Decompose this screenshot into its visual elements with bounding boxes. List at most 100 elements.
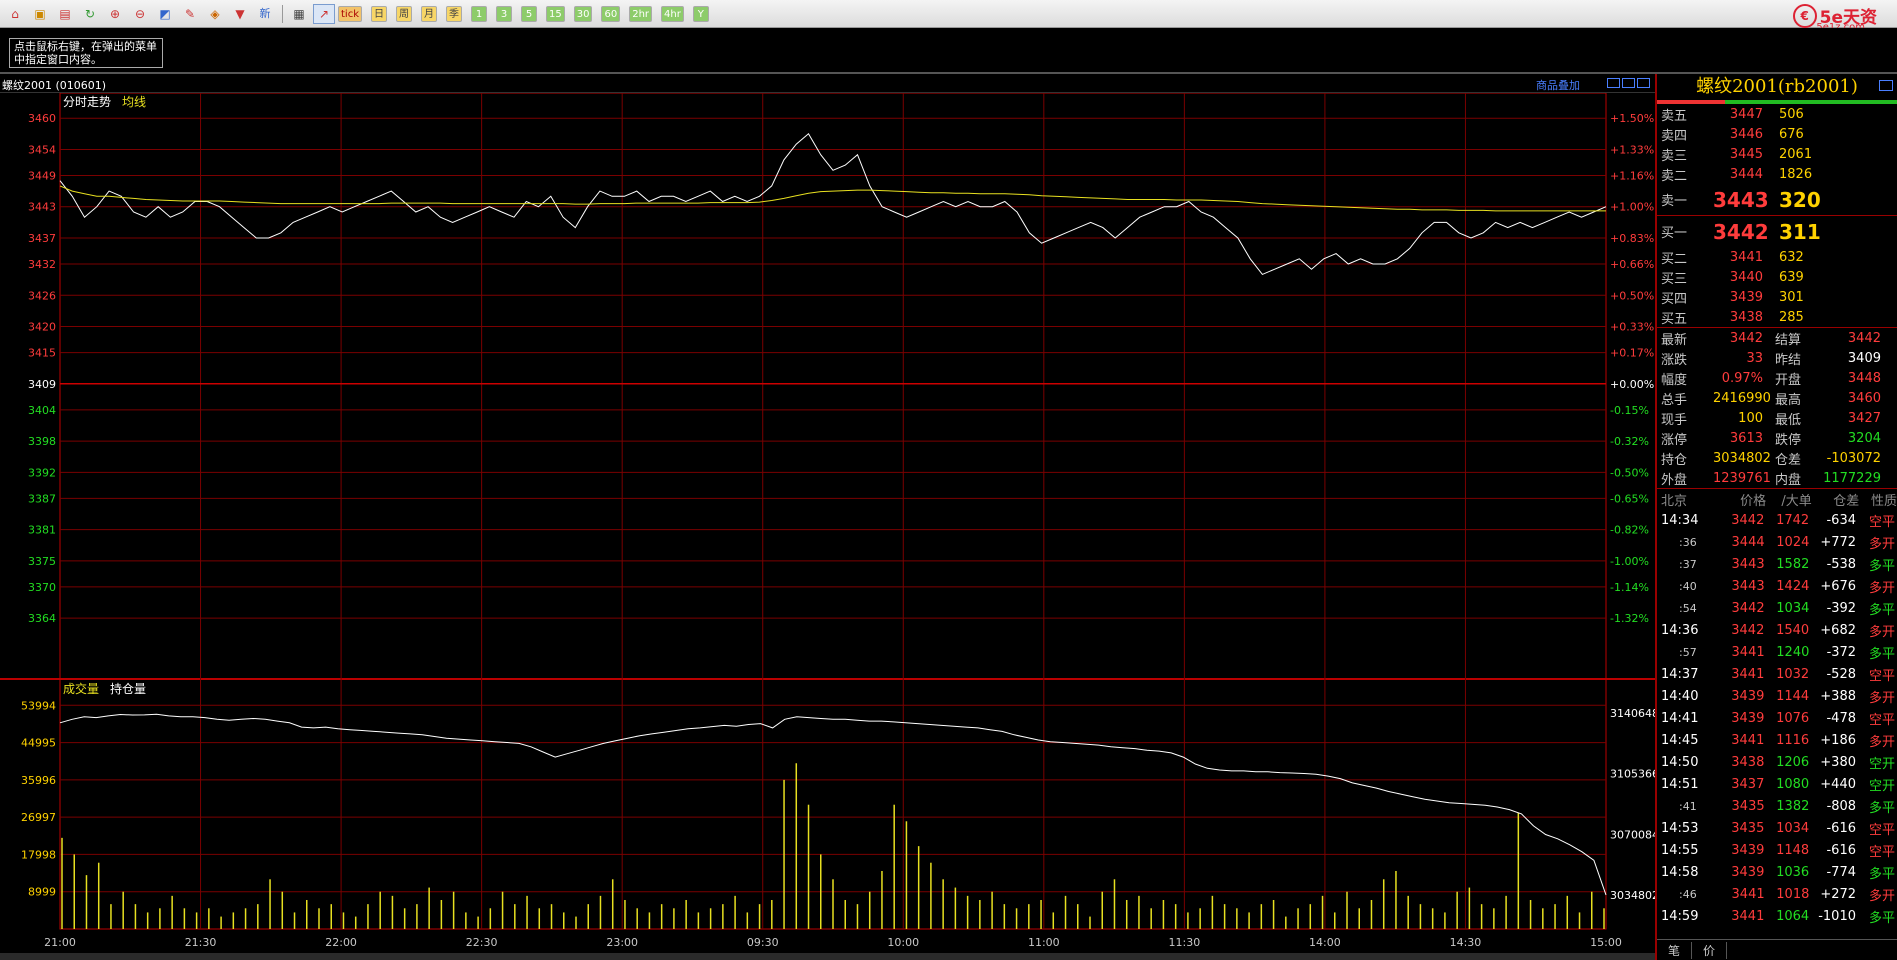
window-icon[interactable]: ◩ <box>154 4 176 24</box>
tick-row[interactable]: :36 3444 1024 +772 多开 <box>1657 531 1897 553</box>
tick-row[interactable]: 14:58 3439 1036 -774 多平 <box>1657 861 1897 883</box>
pct-tick-label: +0.17% <box>1610 347 1654 360</box>
level-label: 卖四 <box>1661 128 1688 144</box>
tick-row[interactable]: :40 3443 1424 +676 多开 <box>1657 575 1897 597</box>
ask-level-1[interactable]: 卖一 3443 320 <box>1657 184 1897 215</box>
period-button-7[interactable]: 5 <box>521 5 537 22</box>
tick-header-place: 北京 <box>1661 493 1688 509</box>
maximize-icon[interactable] <box>1637 78 1650 88</box>
period-button-12[interactable]: 4hr <box>661 5 684 22</box>
tick-row[interactable]: 14:40 3439 1144 +388 多开 <box>1657 685 1897 707</box>
bid-level-1[interactable]: 买一 3442 311 <box>1657 216 1897 247</box>
period-button-0[interactable]: tick <box>338 5 362 22</box>
level-volume: 301 <box>1779 289 1804 305</box>
restore-icon[interactable] <box>1607 78 1620 88</box>
bid-level-2[interactable]: 买二 3441 632 <box>1657 247 1897 267</box>
refresh-icon[interactable]: ↻ <box>79 4 101 24</box>
tick-row[interactable]: 14:53 3435 1034 -616 空平 <box>1657 817 1897 839</box>
stat-value: 0.97% <box>1721 370 1763 386</box>
oi-tick-label: 3140648 <box>1610 707 1655 720</box>
ask-level-2[interactable]: 卖二 3444 1826 <box>1657 164 1897 184</box>
tick-row[interactable]: 14:37 3441 1032 -528 空平 <box>1657 663 1897 685</box>
ask-level-3[interactable]: 卖三 3445 2061 <box>1657 144 1897 164</box>
tick-row[interactable]: :57 3441 1240 -372 多平 <box>1657 641 1897 663</box>
level-price: 3442 <box>1713 219 1769 244</box>
period-button-5[interactable]: 1 <box>471 5 487 22</box>
legend-open-interest: 持仓量 <box>110 681 146 696</box>
chart-titlebar: 螺纹2001 (010601) 商品叠加 <box>0 74 1655 93</box>
bid-level-3[interactable]: 买三 3440 639 <box>1657 267 1897 287</box>
tick-row[interactable]: 14:41 3439 1076 -478 空平 <box>1657 707 1897 729</box>
level-price: 3446 <box>1729 126 1763 142</box>
tick-row[interactable]: 14:36 3442 1540 +682 多开 <box>1657 619 1897 641</box>
x-tick-label: 22:00 <box>325 936 357 949</box>
tick-header-nature: 性质 <box>1870 493 1897 509</box>
context-hint[interactable]: 点击鼠标右键，在弹出的菜单中指定窗口内容。 <box>9 38 163 68</box>
period-button-2[interactable]: 周 <box>396 5 412 22</box>
ruler-icon[interactable]: ◈ <box>204 4 226 24</box>
home-icon[interactable]: ⌂ <box>4 4 26 24</box>
period-button-1[interactable]: 日 <box>371 5 387 22</box>
tick-row[interactable]: 14:45 3441 1116 +186 多开 <box>1657 729 1897 751</box>
ask-level-5[interactable]: 卖五 3447 506 <box>1657 104 1897 124</box>
stat-row: 总手 2416990 最高 3460 <box>1657 388 1897 408</box>
tick-volume: 1424 <box>1776 578 1810 594</box>
period-button-11[interactable]: 2hr <box>629 5 653 22</box>
tick-row[interactable]: 14:50 3438 1206 +380 空开 <box>1657 751 1897 773</box>
tick-nature: 多平 <box>1868 646 1895 662</box>
tick-row[interactable]: :54 3442 1034 -392 多平 <box>1657 597 1897 619</box>
tick-list[interactable]: 14:34 3442 1742 -634 空平:36 3444 1024 +772 多开:37 3… <box>1657 509 1897 927</box>
tick-row[interactable]: :46 3441 1018 +272 多开 <box>1657 883 1897 905</box>
bid-level-4[interactable]: 买四 3439 301 <box>1657 287 1897 307</box>
pct-tick-label: +1.00% <box>1610 201 1654 214</box>
ask-level-4[interactable]: 卖四 3446 676 <box>1657 124 1897 144</box>
tick-nature: 多开 <box>1868 888 1895 904</box>
period-button-9[interactable]: 30 <box>573 5 593 22</box>
tick-time: :54 <box>1679 601 1697 615</box>
filter-icon[interactable]: ▼ <box>229 4 251 24</box>
zoom-out-icon[interactable]: ⊖ <box>129 4 151 24</box>
period-button-13[interactable]: Y <box>692 5 709 22</box>
tick-row[interactable]: :41 3435 1382 -808 多平 <box>1657 795 1897 817</box>
period-button-6[interactable]: 3 <box>496 5 512 22</box>
tile-icon[interactable] <box>1622 78 1635 88</box>
tick-nature: 多平 <box>1868 910 1895 926</box>
price-tick-label: 3454 <box>28 143 56 156</box>
tick-time: 14:41 <box>1661 710 1699 726</box>
period-button-10[interactable]: 60 <box>601 5 621 22</box>
table-icon[interactable]: ▦ <box>288 4 310 24</box>
tick-volume: 1240 <box>1776 644 1810 660</box>
period-button-8[interactable]: 15 <box>546 5 565 22</box>
x-tick-label: 21:30 <box>185 936 217 949</box>
panel-tab-0[interactable]: 笔 <box>1657 941 1692 959</box>
tick-row[interactable]: 14:51 3437 1080 +440 空开 <box>1657 773 1897 795</box>
tick-row[interactable]: :37 3443 1582 -538 多平 <box>1657 553 1897 575</box>
open-interest-line <box>59 713 1607 896</box>
stat-label: 最新 <box>1661 332 1688 348</box>
volume-tick-label: 17998 <box>21 848 56 861</box>
tick-time: 14:45 <box>1661 732 1699 748</box>
brand-logo: € 5e天资 5e1z.com <box>1792 3 1877 33</box>
bid-level-5[interactable]: 买五 3438 285 <box>1657 307 1897 327</box>
panel-tab-1[interactable]: 价 <box>1692 941 1727 959</box>
stat-label: 最高 <box>1775 392 1802 408</box>
intraday-chart-icon[interactable]: ↗ <box>313 3 335 24</box>
stat-value: 33 <box>1746 350 1763 366</box>
legend-price-line: 分时走势 <box>63 95 111 109</box>
tick-row[interactable]: 14:34 3442 1742 -634 空平 <box>1657 509 1897 531</box>
tick-row[interactable]: 14:55 3439 1148 -616 空平 <box>1657 839 1897 861</box>
tick-row[interactable]: 14:59 3441 1064 -1010 多平 <box>1657 905 1897 927</box>
news-icon[interactable]: ▤ <box>54 4 76 24</box>
tick-oi-change: +772 <box>1820 534 1857 550</box>
intraday-chart[interactable]: 21:00 21:30 22:00 22:30 23:00 09:30 10:00 11:00… <box>0 93 1655 953</box>
new-icon[interactable]: 新 <box>254 4 276 24</box>
maximize-icon[interactable] <box>1879 80 1893 91</box>
period-button-4[interactable]: 季 <box>446 5 462 22</box>
overlay-button[interactable]: 商品叠加 <box>1536 77 1580 93</box>
zoom-in-icon[interactable]: ⊕ <box>104 4 126 24</box>
pen-icon[interactable]: ✎ <box>179 4 201 24</box>
price-tick-label: 3460 <box>28 112 56 125</box>
period-button-3[interactable]: 月 <box>421 5 437 22</box>
folder-icon[interactable]: ▣ <box>29 4 51 24</box>
level-label: 卖二 <box>1661 168 1688 184</box>
